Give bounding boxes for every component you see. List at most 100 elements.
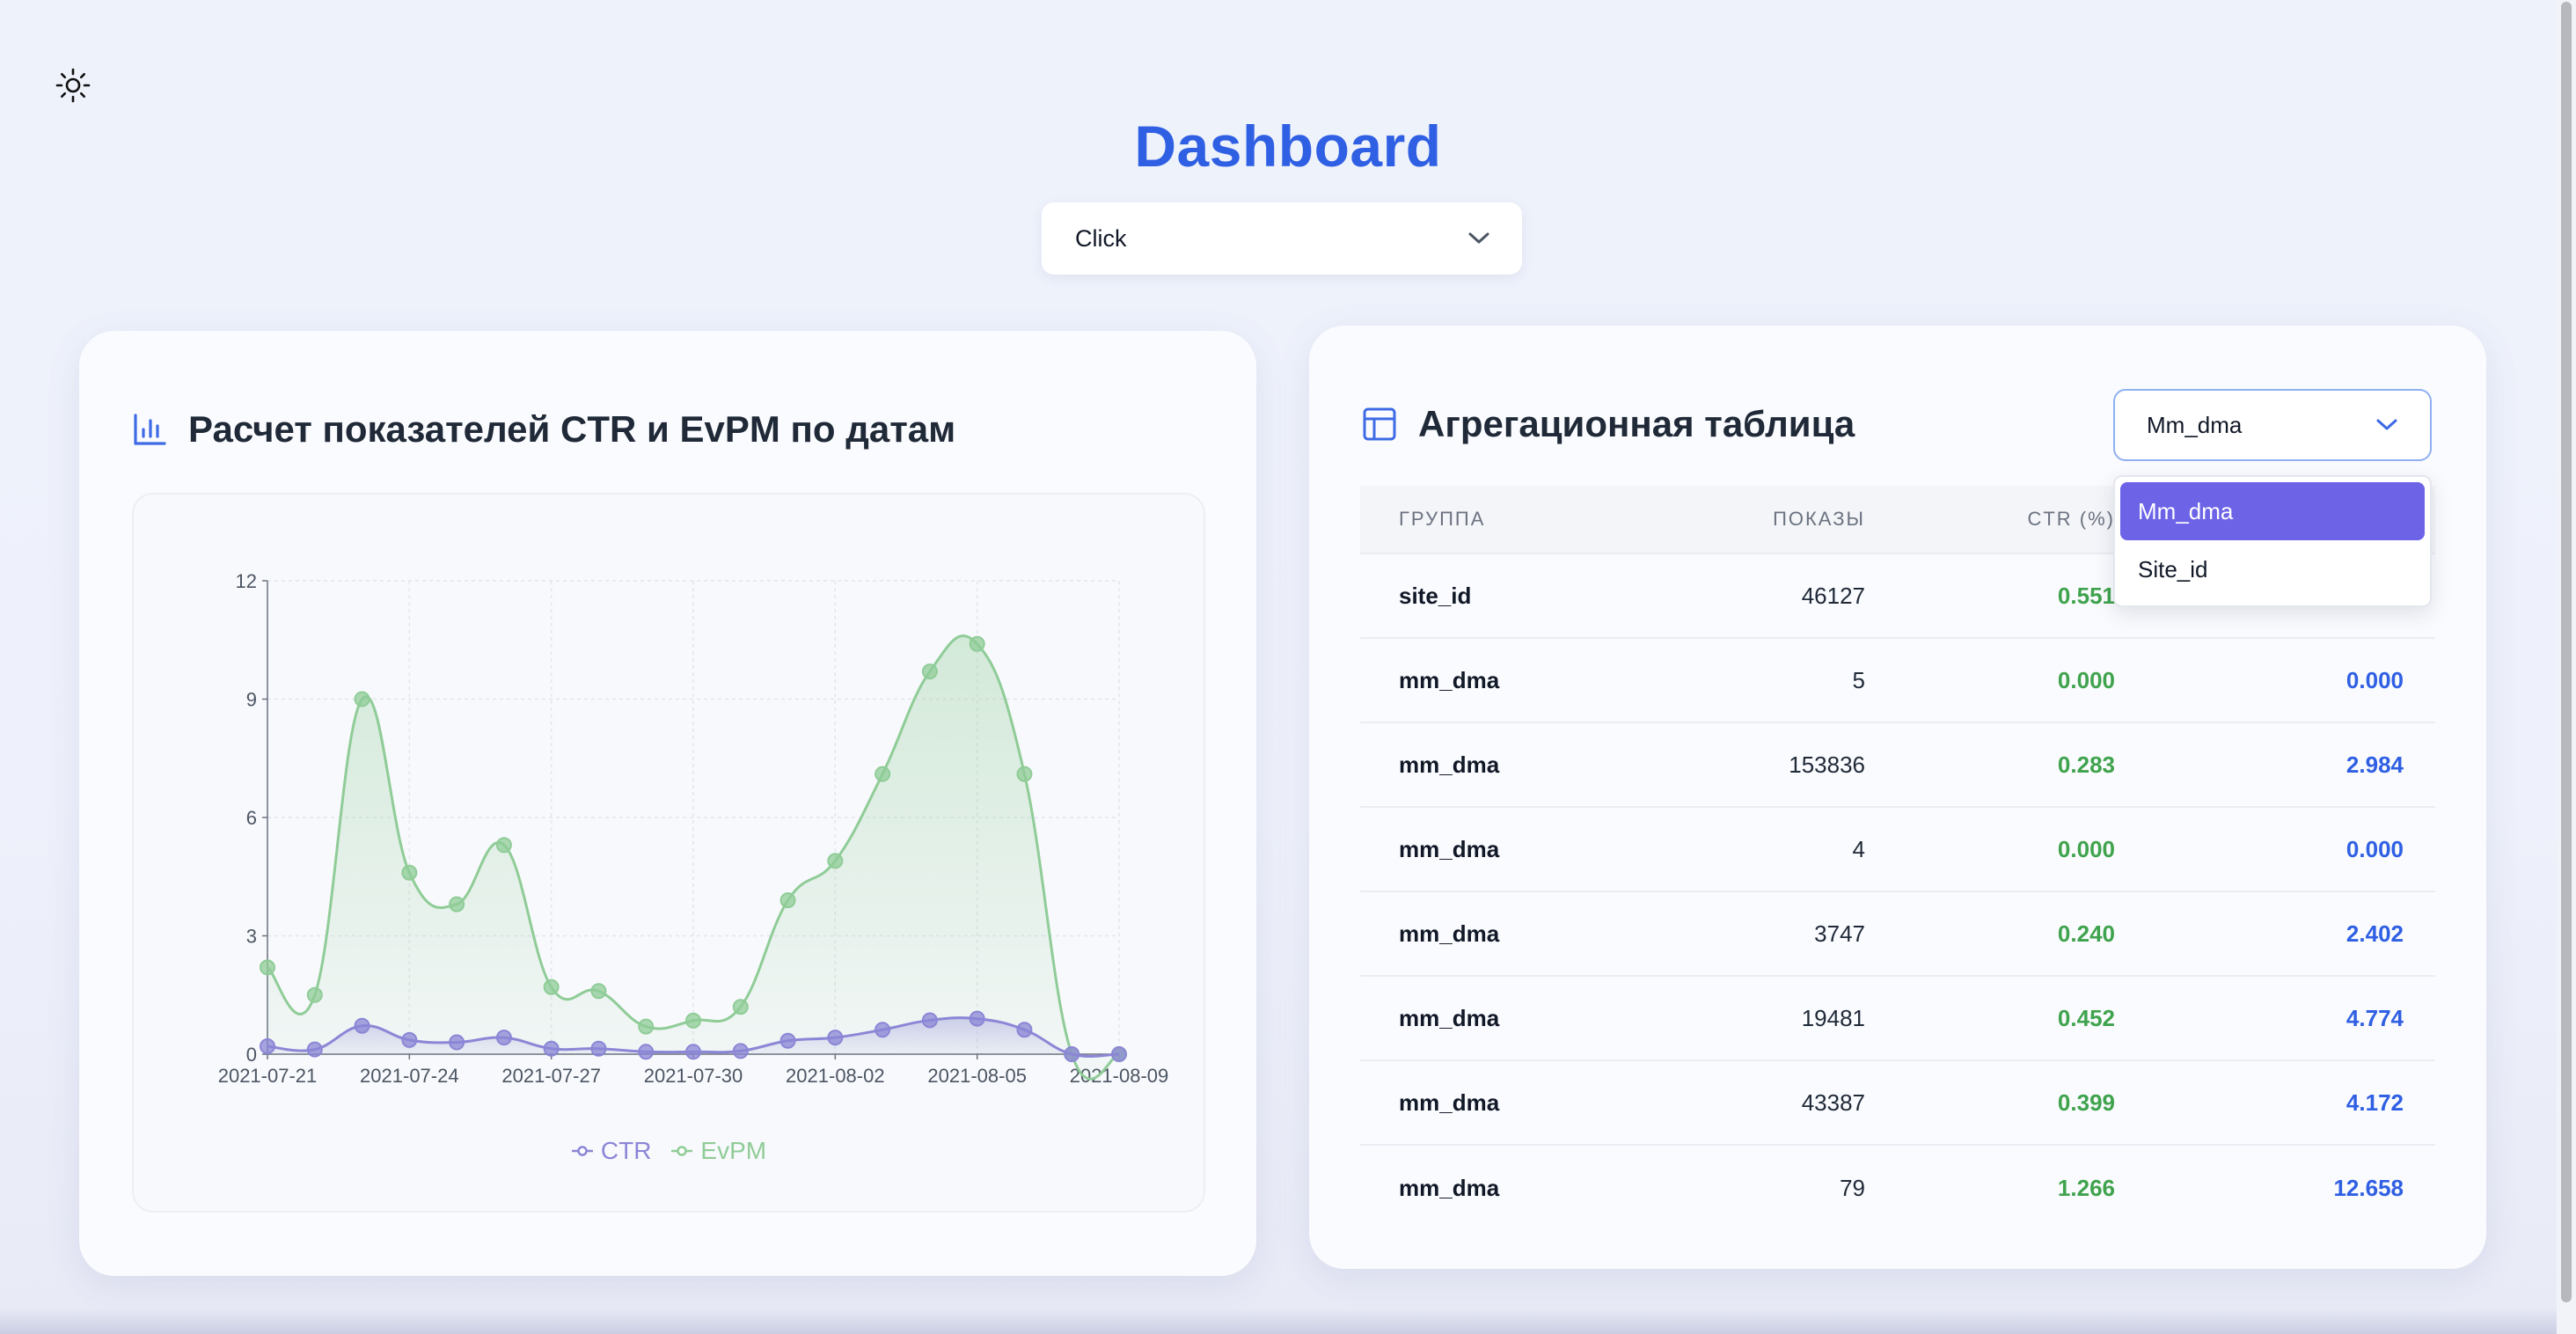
cell-impressions: 19481 (1801, 1004, 1865, 1031)
x-tick-label: 2021-07-24 (360, 1065, 459, 1087)
legend-marker-icon (571, 1146, 593, 1156)
y-tick-label: 3 (246, 926, 257, 948)
y-tick-label: 6 (246, 807, 257, 829)
chart-card-title: Расчет показателей CTR и EvPM по датам (188, 408, 956, 450)
data-point-ctr (969, 1010, 985, 1027)
legend-label: CTR (600, 1137, 652, 1164)
table-row: mm_dma 3747 0.240 2.402 (1360, 892, 2435, 977)
cell-evpm: 4.774 (2345, 1004, 2404, 1031)
data-point-evpm (921, 663, 938, 680)
cell-evpm: 12.658 (2333, 1174, 2404, 1201)
cell-group: mm_dma (1399, 1088, 1500, 1116)
bottom-shade (0, 1308, 2557, 1334)
x-tick-label: 2021-07-21 (218, 1065, 318, 1087)
cell-evpm: 4.172 (2345, 1088, 2404, 1116)
cell-evpm: 2.402 (2345, 920, 2404, 947)
table-row: mm_dma 43387 0.399 4.172 (1360, 1061, 2435, 1146)
data-point-ctr (590, 1040, 607, 1057)
cell-evpm: 0.000 (2345, 835, 2404, 862)
dropdown-option-mm-dma[interactable]: Mm_dma (2120, 482, 2425, 540)
data-point-evpm (875, 766, 891, 782)
cell-group: mm_dma (1399, 920, 1500, 947)
y-tick-label: 12 (236, 570, 257, 592)
chart-card: Расчет показателей CTR и EvPM по датам 0… (79, 331, 1256, 1276)
data-point-evpm (638, 1018, 655, 1035)
chart-container: 0 3 6 9 12 2021-07-21 2021-07-24 2021-07-27 2021… (132, 493, 1205, 1213)
chart-legend: CTR EvPM (134, 1137, 1204, 1165)
cell-ctr: 0.240 (2057, 920, 2115, 947)
table-icon (1363, 407, 1396, 441)
data-point-ctr (543, 1040, 560, 1057)
bar-chart-icon (134, 414, 166, 445)
column-header-impressions[interactable]: ПОКАЗЫ (1615, 508, 1865, 531)
chevron-down-icon (1468, 232, 1489, 244)
data-point-ctr (827, 1030, 844, 1046)
group-by-value: Mm_dma (2147, 411, 2243, 438)
sun-icon (55, 68, 91, 103)
table-body: site_id 46127 0.551 mm_dma 5 0.000 0.000 mm_dma… (1360, 554, 2435, 1230)
chevron-down-icon (2376, 419, 2397, 430)
group-by-dropdown: Mm_dma Site_id (2113, 475, 2432, 607)
cell-impressions: 43387 (1801, 1088, 1865, 1116)
cell-group: mm_dma (1399, 666, 1500, 693)
data-point-evpm (354, 691, 370, 707)
data-point-evpm (827, 853, 844, 869)
cell-group: site_id (1399, 582, 1472, 609)
cell-ctr: 0.399 (2057, 1088, 2115, 1116)
data-point-ctr (875, 1022, 891, 1038)
data-point-evpm (969, 635, 985, 652)
x-tick-label: 2021-08-05 (927, 1065, 1027, 1087)
legend-item-ctr[interactable]: CTR (571, 1137, 652, 1165)
dropdown-option-site-id[interactable]: Site_id (2120, 540, 2425, 598)
column-header-group[interactable]: ГРУППА (1360, 508, 1615, 531)
x-tick-label: 2021-08-02 (786, 1065, 885, 1087)
data-point-ctr (401, 1031, 418, 1048)
cell-ctr: 0.452 (2057, 1004, 2115, 1031)
page-scrollbar[interactable] (2557, 0, 2576, 1334)
group-by-select[interactable]: Mm_dma (2113, 389, 2432, 461)
table-row: mm_dma 153836 0.283 2.984 (1360, 723, 2435, 808)
legend-label: EvPM (700, 1137, 767, 1164)
data-point-ctr (779, 1032, 796, 1049)
cell-ctr: 1.266 (2057, 1174, 2115, 1201)
cell-evpm: 2.984 (2345, 751, 2404, 778)
data-point-ctr (921, 1012, 938, 1029)
data-point-evpm (543, 979, 560, 995)
line-chart: 0 3 6 9 12 2021-07-21 2021-07-24 2021-07-27 2021… (218, 570, 1169, 1087)
legend-marker-icon (671, 1146, 693, 1156)
data-point-ctr (685, 1044, 701, 1060)
data-point-ctr (638, 1044, 655, 1060)
data-point-evpm (495, 837, 512, 854)
cell-impressions: 5 (1852, 666, 1865, 693)
event-type-select[interactable]: Click (1042, 202, 1522, 275)
column-header-ctr[interactable]: CTR (%) (1865, 508, 2115, 531)
x-tick-label: 2021-07-30 (644, 1065, 743, 1087)
data-point-evpm (779, 892, 796, 909)
data-point-evpm (449, 896, 465, 913)
cell-group: mm_dma (1399, 751, 1500, 778)
data-point-evpm (306, 986, 323, 1003)
event-type-value: Click (1075, 224, 1127, 252)
data-point-evpm (685, 1012, 701, 1029)
theme-toggle-button[interactable] (51, 63, 95, 107)
table-row: mm_dma 5 0.000 0.000 (1360, 639, 2435, 723)
y-tick-label: 9 (246, 689, 257, 711)
cell-ctr: 0.283 (2057, 751, 2115, 778)
y-tick-label: 0 (246, 1044, 257, 1066)
scrollbar-thumb[interactable] (2561, 2, 2572, 1302)
data-point-ctr (495, 1030, 512, 1046)
data-point-ctr (306, 1041, 323, 1058)
data-point-evpm (1016, 766, 1033, 782)
data-point-ctr (1064, 1046, 1080, 1062)
table-row: mm_dma 4 0.000 0.000 (1360, 808, 2435, 892)
cell-impressions: 4 (1852, 835, 1865, 862)
data-point-evpm (590, 983, 607, 1000)
cell-ctr: 0.000 (2057, 835, 2115, 862)
cell-group: mm_dma (1399, 1004, 1500, 1031)
table-row: mm_dma 79 1.266 12.658 (1360, 1146, 2435, 1230)
legend-item-evpm[interactable]: EvPM (670, 1137, 766, 1165)
table-row: mm_dma 19481 0.452 4.774 (1360, 977, 2435, 1061)
data-point-evpm (732, 999, 749, 1015)
page-title: Dashboard (1134, 114, 1442, 179)
data-point-ctr (354, 1017, 370, 1034)
